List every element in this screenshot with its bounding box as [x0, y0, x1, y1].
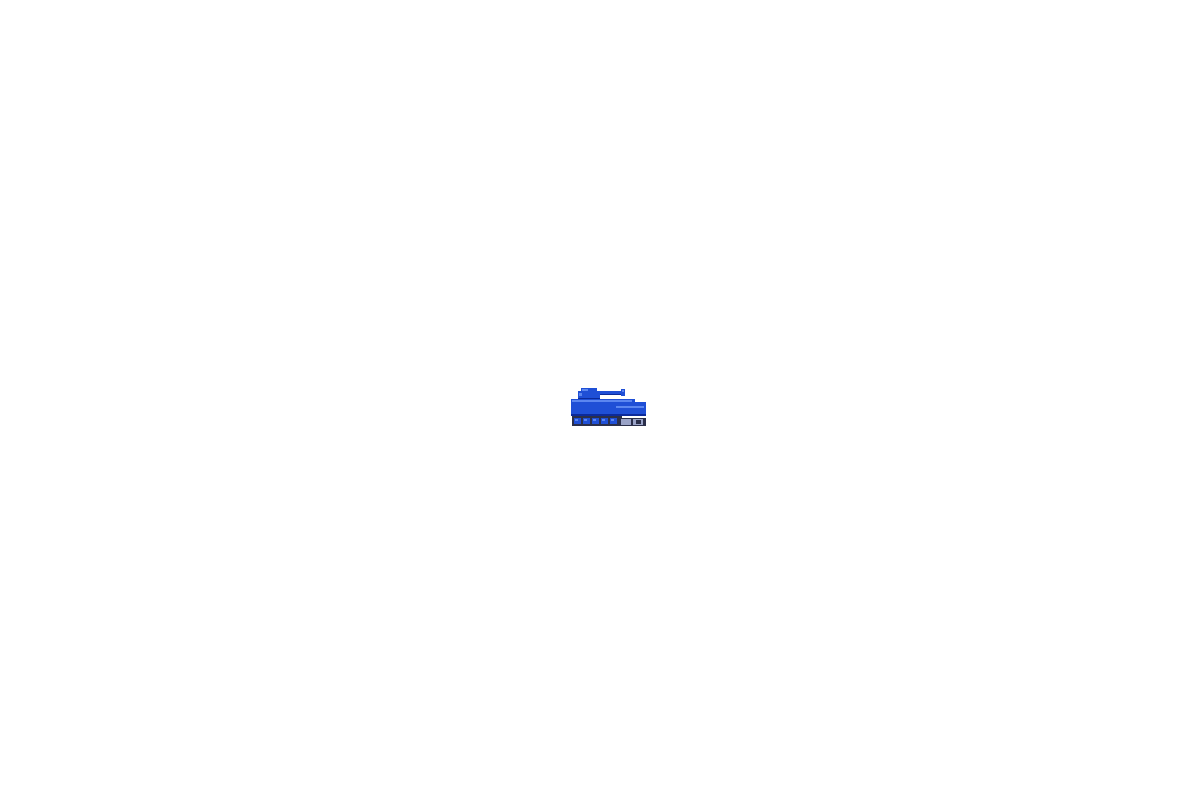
tank-icon — [571, 388, 646, 426]
game-board — [0, 0, 1200, 800]
blue-tank-unit[interactable] — [566, 382, 650, 432]
